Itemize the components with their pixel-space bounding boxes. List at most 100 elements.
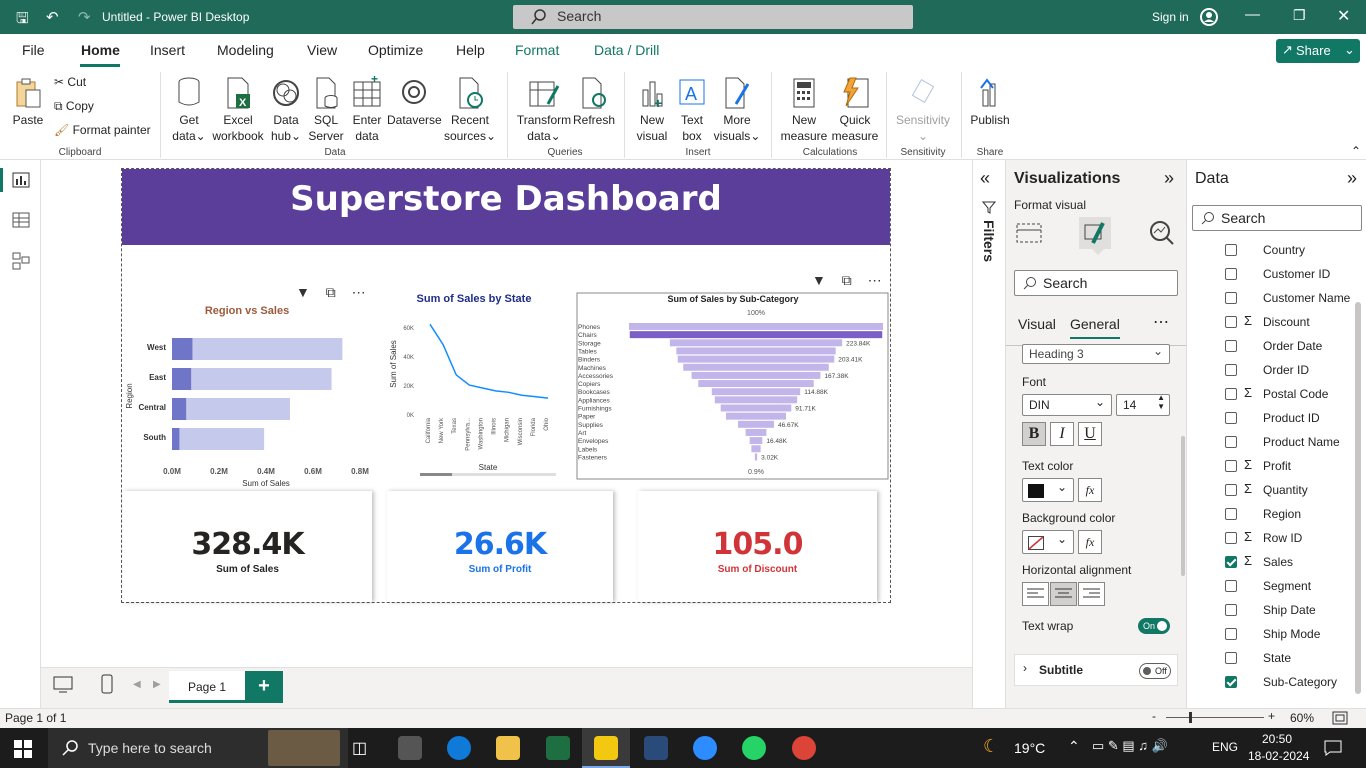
field-checkbox[interactable] — [1225, 364, 1237, 376]
zoom-in-icon[interactable]: + — [1268, 709, 1275, 723]
field-checkbox[interactable] — [1225, 676, 1237, 688]
zoom-slider-thumb[interactable] — [1189, 712, 1192, 723]
focus-mode-icon[interactable]: ⧉ — [326, 284, 336, 300]
field-checkbox[interactable] — [1225, 580, 1237, 592]
background-color-fx-button[interactable]: fx — [1078, 530, 1102, 554]
subtitle-section[interactable]: › Subtitle Off — [1014, 654, 1178, 686]
more-options-icon[interactable]: ⋯ — [1153, 312, 1169, 332]
redo-icon[interactable]: ↷ — [78, 8, 91, 26]
collapse-data-icon[interactable]: » — [1347, 168, 1357, 189]
subtitle-toggle[interactable]: Off — [1139, 663, 1171, 679]
region-sales-chart[interactable]: Region vs Sales Region West East Central So… — [122, 302, 374, 490]
share-button[interactable]: ↗ Share ⌄ — [1276, 39, 1360, 63]
transform-data-button[interactable]: Transform data⌄ — [515, 76, 573, 144]
dataverse-button[interactable]: Dataverse — [387, 76, 442, 128]
background-color-picker[interactable]: ⌄ — [1022, 530, 1074, 554]
refresh-button[interactable]: Refresh — [573, 76, 615, 128]
more-options-icon[interactable]: ⋯ — [868, 272, 882, 288]
system-tray-icons[interactable]: ▭ ✎ ▤ ♫ 🔊 — [1092, 738, 1168, 754]
get-data-button[interactable]: Get data⌄ — [170, 76, 208, 144]
field-name[interactable]: Product Name — [1263, 435, 1340, 449]
expand-filters-icon[interactable]: « — [980, 168, 990, 189]
sign-in-link[interactable]: Sign in — [1152, 10, 1189, 24]
new-measure-button[interactable]: New measure — [779, 76, 829, 144]
more-options-icon[interactable]: ⋯ — [352, 284, 366, 300]
field-checkbox[interactable] — [1225, 508, 1237, 520]
field-checkbox[interactable] — [1225, 556, 1237, 568]
field-name[interactable]: Order Date — [1263, 339, 1322, 353]
field-checkbox[interactable] — [1225, 652, 1237, 664]
publish-button[interactable]: Publish — [968, 76, 1012, 128]
new-visual-button[interactable]: + New visual — [633, 76, 671, 144]
kpi-card-profit[interactable]: 26.6K Sum of Profit — [387, 491, 613, 602]
field-checkbox[interactable] — [1225, 292, 1237, 304]
field-checkbox[interactable] — [1225, 340, 1237, 352]
menu-data-drill[interactable]: Data / Drill — [594, 42, 659, 58]
kpi-card-discount[interactable]: 105.0 Sum of Discount — [638, 491, 877, 602]
heading-select[interactable]: Heading 3 ⌄ — [1022, 344, 1170, 364]
save-icon[interactable]: 🖫 — [16, 8, 29, 33]
field-name[interactable]: Sub-Category — [1263, 675, 1337, 689]
field-name[interactable]: Row ID — [1263, 531, 1302, 545]
copy-button[interactable]: ⧉ Copy — [54, 98, 94, 114]
menu-file[interactable]: File — [22, 42, 45, 58]
data-hub-button[interactable]: Data hub⌄ — [268, 76, 304, 144]
field-name[interactable]: Product ID — [1263, 411, 1320, 425]
text-box-button[interactable]: A Text box — [674, 76, 710, 144]
field-name[interactable]: Country — [1263, 243, 1305, 257]
show-hidden-icons-icon[interactable]: ⌃ — [1068, 738, 1080, 755]
table-view-icon[interactable] — [12, 212, 30, 228]
format-visual-tab[interactable] — [1079, 217, 1111, 249]
weather-temp[interactable]: 19°C — [1014, 740, 1045, 756]
mobile-layout-icon[interactable] — [101, 674, 113, 694]
close-icon[interactable]: ✕ — [1337, 6, 1350, 26]
field-checkbox[interactable] — [1225, 268, 1237, 280]
excel-workbook-button[interactable]: X Excel workbook — [211, 76, 265, 144]
menu-home[interactable]: Home — [81, 42, 120, 58]
bold-button[interactable]: B — [1022, 422, 1046, 446]
data-scrollbar[interactable] — [1355, 302, 1361, 694]
filter-icon[interactable]: ▼ — [296, 284, 310, 300]
task-view-icon[interactable]: ◫ — [352, 738, 367, 758]
field-checkbox[interactable] — [1225, 604, 1237, 616]
tab-visual[interactable]: Visual — [1018, 316, 1056, 332]
edge-icon[interactable] — [447, 736, 471, 760]
field-checkbox[interactable] — [1225, 460, 1237, 472]
text-wrap-toggle[interactable]: On — [1138, 618, 1170, 634]
dashboard-title[interactable]: Superstore Dashboard — [122, 169, 890, 245]
stepper-arrows-icon[interactable]: ▲ ▼ — [1157, 393, 1165, 411]
collapse-viz-icon[interactable]: » — [1164, 168, 1174, 189]
next-page-icon[interactable]: ▶ — [153, 679, 161, 690]
field-name[interactable]: Postal Code — [1263, 387, 1328, 401]
title-search-box[interactable]: Search — [513, 5, 913, 29]
viz-scrollbar[interactable] — [1181, 436, 1185, 576]
field-checkbox[interactable] — [1225, 316, 1237, 328]
account-icon[interactable] — [1199, 7, 1219, 27]
zoom-out-icon[interactable]: - — [1152, 709, 1156, 723]
format-painter-button[interactable]: 🖌 Format painter — [54, 122, 151, 138]
align-center-button[interactable] — [1050, 582, 1077, 606]
report-view-icon[interactable] — [12, 172, 30, 188]
field-checkbox[interactable] — [1225, 628, 1237, 640]
minimize-icon[interactable]: — — [1245, 6, 1260, 23]
desktop-layout-icon[interactable] — [53, 676, 73, 694]
build-visual-icon[interactable] — [1016, 220, 1042, 246]
cut-button[interactable]: ✂ Cut — [54, 74, 86, 90]
font-family-select[interactable]: DIN ⌄ — [1022, 394, 1112, 416]
quick-measure-button[interactable]: Quick measure — [830, 76, 880, 144]
state-sales-chart[interactable]: Sum of Sales by State Sum of Sales 60K 40… — [384, 288, 562, 480]
underline-button[interactable]: U — [1078, 422, 1102, 446]
restore-icon[interactable]: ❐ — [1293, 7, 1306, 24]
field-name[interactable]: Sales — [1263, 555, 1293, 569]
power-bi-icon[interactable] — [594, 736, 618, 760]
filter-icon[interactable]: ▼ — [812, 272, 826, 288]
italic-button[interactable]: I — [1050, 422, 1074, 446]
viz-search-input[interactable]: Search — [1014, 270, 1178, 296]
model-view-icon[interactable] — [12, 252, 30, 270]
scrollbar-thumb[interactable] — [420, 473, 452, 476]
focus-mode-icon[interactable]: ⧉ — [842, 272, 852, 288]
field-name[interactable]: Discount — [1263, 315, 1310, 329]
add-page-button[interactable]: + — [245, 671, 283, 703]
paste-button[interactable]: Paste — [10, 76, 46, 128]
zoom-app-icon[interactable] — [693, 736, 717, 760]
